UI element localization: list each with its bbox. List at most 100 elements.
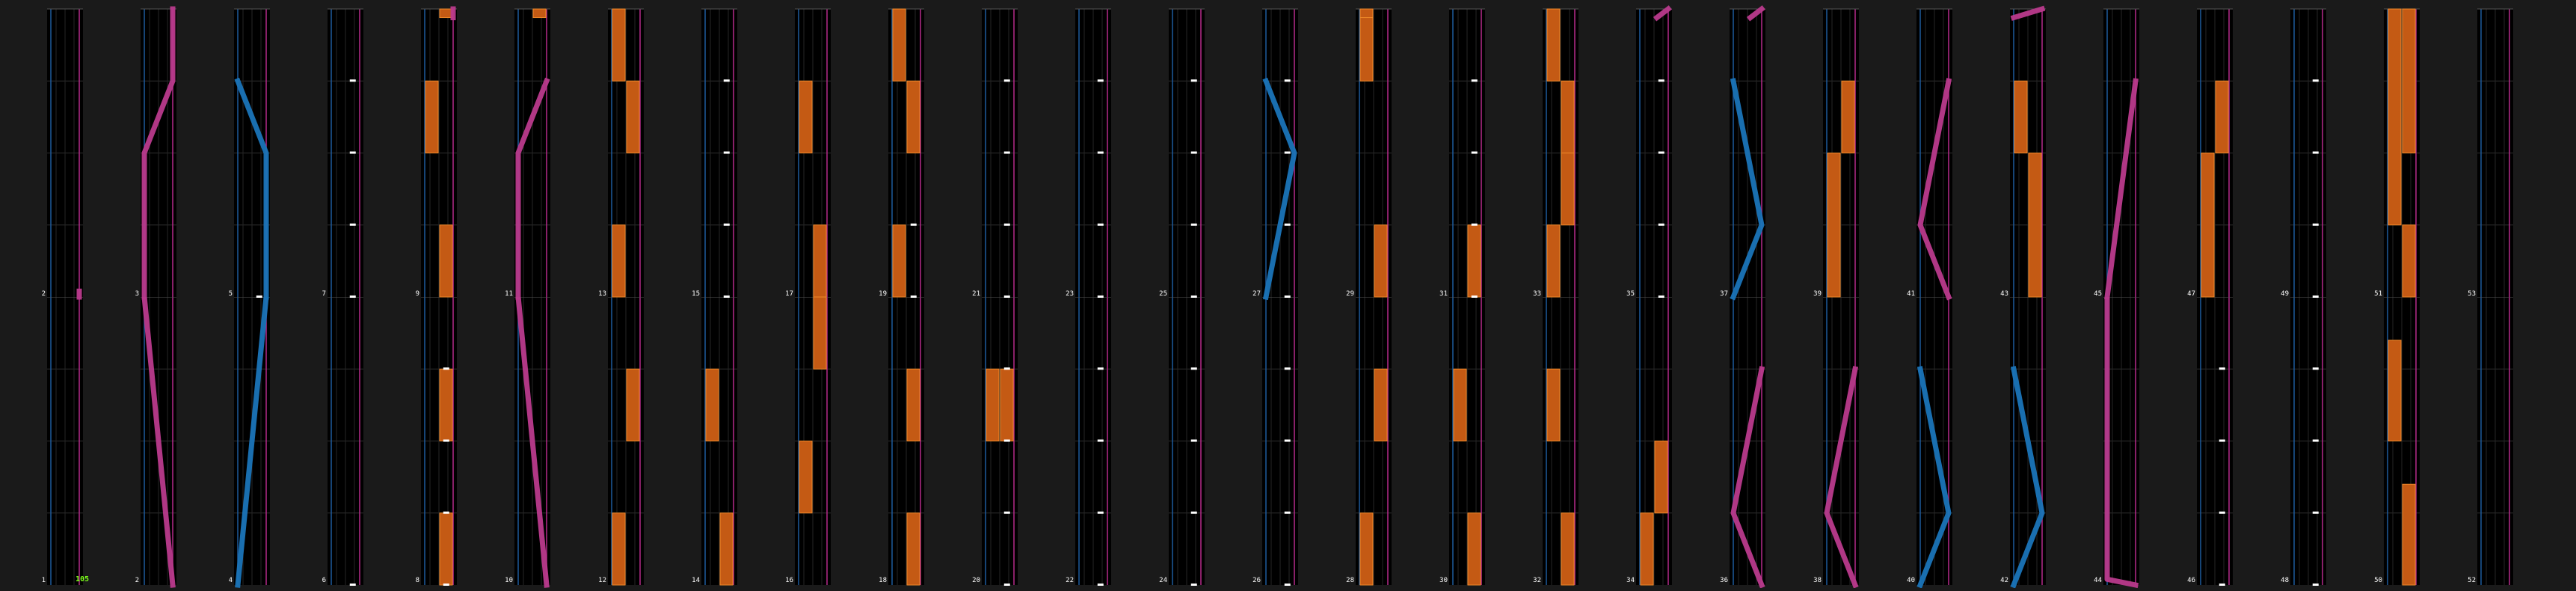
measure-10-1 — [514, 294, 550, 588]
measure-49-0 — [2290, 8, 2326, 298]
measure-number: 48 — [2281, 577, 2289, 584]
chip-note — [1003, 79, 1010, 82]
chip-note — [1284, 296, 1291, 298]
hold-note — [1374, 224, 1388, 298]
measure-1-1 — [47, 296, 83, 585]
hold-note — [2388, 8, 2402, 226]
measure-22-1 — [1075, 296, 1111, 586]
hold-note — [813, 224, 827, 298]
chip-note — [2312, 79, 2319, 82]
measure-number: 18 — [879, 577, 887, 584]
hold-note — [612, 224, 626, 298]
measure-number: 15 — [692, 290, 700, 298]
chip-note — [1097, 511, 1104, 514]
measure-38-1 — [1823, 296, 1859, 589]
chip-note — [349, 79, 356, 82]
chip-note — [2219, 584, 2225, 586]
chip-note — [1097, 223, 1104, 226]
measure-52-1 — [2477, 296, 2513, 585]
measure-26-1 — [1262, 296, 1298, 586]
measure-29-0 — [1356, 8, 1392, 298]
hold-note — [1561, 153, 1575, 226]
measure-number: 47 — [2187, 290, 2195, 298]
hold-note — [1841, 80, 1855, 153]
chip-note — [723, 79, 730, 82]
measure-44-1 — [2103, 294, 2139, 589]
chip-note — [1097, 151, 1104, 154]
chip-note — [2312, 584, 2319, 586]
measure-number: 43 — [2000, 290, 2008, 298]
chip-note — [2219, 439, 2225, 442]
measure-24-1 — [1169, 296, 1205, 586]
measure-number: 7 — [322, 290, 326, 298]
measure-number: 46 — [2187, 577, 2195, 584]
hold-note — [439, 224, 453, 298]
measure-number: 44 — [2094, 577, 2102, 584]
measure-number: 39 — [1813, 290, 1822, 298]
measure-34-1 — [1636, 296, 1672, 586]
measure-number: 12 — [598, 577, 606, 584]
chip-note — [1190, 439, 1197, 442]
measure-number: 40 — [1907, 577, 1915, 584]
measure-47-0 — [2197, 8, 2233, 298]
measure-number: 36 — [1720, 577, 1728, 584]
chip-note — [349, 296, 356, 298]
chip-note — [1190, 223, 1197, 226]
hold-note — [1561, 512, 1575, 586]
chip-note — [1190, 151, 1197, 154]
hold-note — [1561, 80, 1575, 153]
measure-number: 35 — [1626, 290, 1635, 298]
chip-note — [349, 223, 356, 226]
hold-note — [1546, 8, 1561, 82]
chip-note — [349, 151, 356, 154]
hold-note — [1467, 512, 1481, 586]
measure-number: 32 — [1533, 577, 1541, 584]
measure-number: 11 — [505, 290, 513, 298]
hold-note — [626, 80, 640, 153]
measure-number: 24 — [1159, 577, 1167, 584]
measure-number: 3 — [135, 290, 139, 298]
hold-note — [906, 368, 920, 441]
hold-note — [439, 368, 453, 441]
measure-20-1 — [982, 296, 1018, 586]
chip-note — [1658, 79, 1664, 82]
chip-note — [723, 223, 730, 226]
hold-note — [1827, 153, 1841, 298]
hold-note — [1453, 368, 1467, 441]
chip-note — [910, 296, 917, 298]
measure-number: 34 — [1626, 577, 1635, 584]
hold-note — [439, 8, 453, 19]
chip-note — [1190, 584, 1197, 586]
hold-note — [2402, 8, 2416, 153]
chip-note — [2312, 223, 2319, 226]
hold-note — [892, 224, 906, 298]
hold-note — [532, 8, 547, 19]
chip-note — [1003, 151, 1010, 154]
chip-note — [1097, 584, 1104, 586]
chip-note — [1190, 511, 1197, 514]
hold-note — [612, 8, 626, 82]
hold-note — [719, 512, 734, 586]
hold-note — [612, 512, 626, 586]
measure-48-1 — [2290, 296, 2326, 586]
chip-note — [1284, 367, 1291, 370]
chip-note — [723, 151, 730, 154]
measure-53-0 — [2477, 8, 2513, 297]
chip-note — [723, 296, 730, 298]
measure-number: 53 — [2468, 290, 2476, 298]
measure-19-0 — [888, 8, 924, 298]
chip-note — [1284, 79, 1291, 82]
chip-note — [1471, 79, 1478, 82]
chip-note — [2219, 511, 2225, 514]
measure-number: 9 — [415, 290, 419, 298]
measure-number: 30 — [1439, 577, 1448, 584]
chip-note — [2312, 367, 2319, 370]
chip-note — [2219, 367, 2225, 370]
chip-note — [1471, 223, 1478, 226]
chip-note — [1658, 151, 1664, 154]
measure-5-0 — [234, 8, 270, 300]
measure-18-1 — [888, 296, 924, 586]
measure-37-0 — [1730, 5, 1765, 301]
measure-40-1 — [1916, 296, 1952, 589]
measure-number: 8 — [415, 577, 419, 584]
